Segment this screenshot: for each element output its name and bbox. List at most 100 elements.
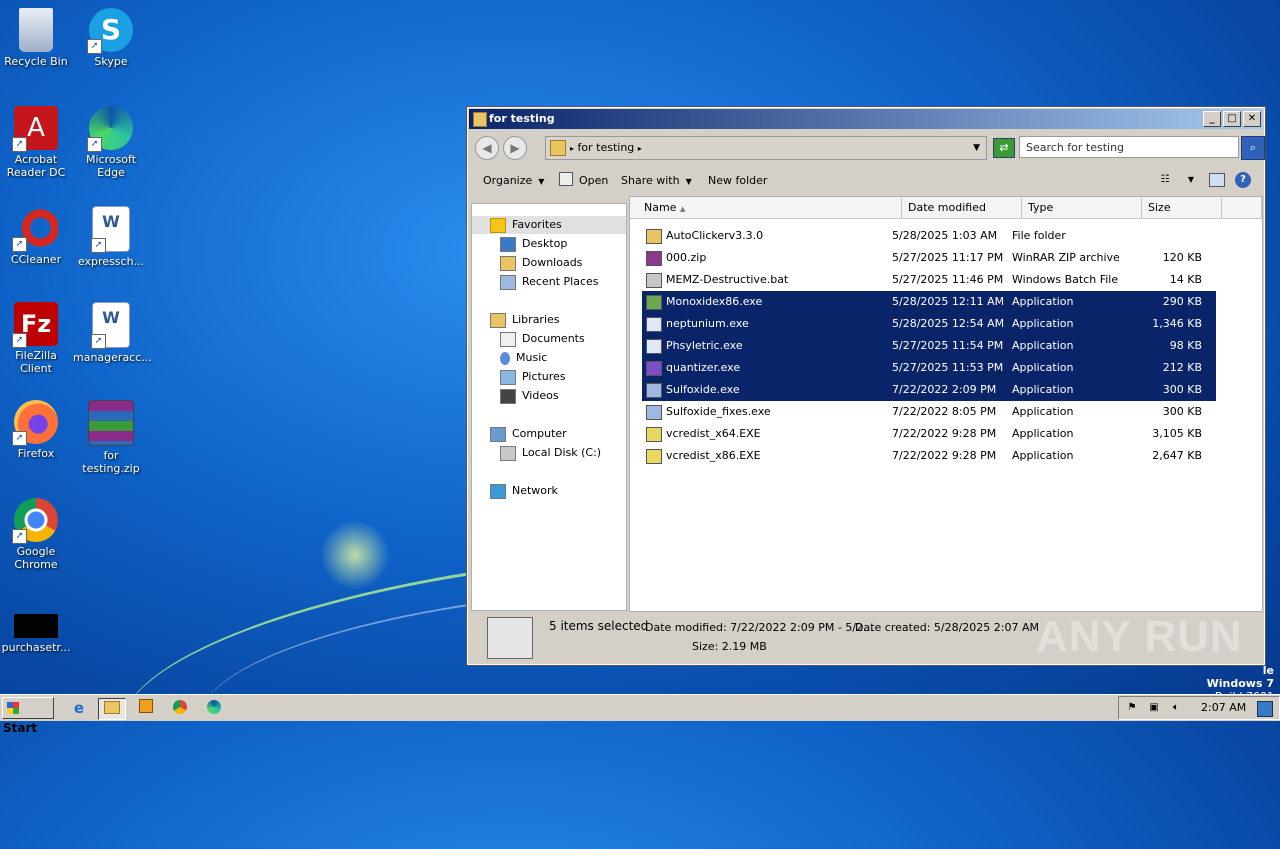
nav-desktop[interactable]: Desktop	[500, 235, 567, 253]
preview-pane-icon[interactable]	[1209, 173, 1225, 187]
column-header-extra[interactable]	[1222, 197, 1262, 219]
search-input[interactable]: Search for testing	[1019, 136, 1239, 158]
desktop-icon-for-testing-zip[interactable]: for testing.zip	[73, 400, 149, 475]
file-icon	[646, 360, 662, 376]
file-row[interactable]: Monoxidex86.exe 5/28/2025 12:11 AM Applica…	[642, 291, 1216, 313]
ccleaner-icon: ➚	[12, 206, 58, 252]
column-header-date[interactable]: Date modified	[902, 197, 1022, 219]
close-button[interactable]: ✕	[1243, 111, 1261, 127]
back-button[interactable]: ◀	[475, 136, 499, 160]
nav-local-disk[interactable]: Local Disk (C:)	[500, 444, 601, 462]
desktop-icon-label: Skype	[94, 55, 128, 68]
refresh-icon[interactable]: ⇄	[993, 138, 1015, 158]
pictures-icon	[500, 369, 516, 385]
explorer-taskbar-icon[interactable]	[98, 698, 126, 720]
help-icon[interactable]: ?	[1235, 172, 1251, 188]
file-size: 98 KB	[1169, 339, 1202, 352]
address-row: ◀ ▶ ▸ for testing ▸ ▼ ⇄ Search for testi…	[471, 133, 1265, 163]
file-date: 7/22/2022 2:09 PM	[892, 383, 997, 396]
volume-icon[interactable]: 🔈︎	[1169, 701, 1183, 715]
view-options-icon[interactable]: ☷	[1157, 172, 1173, 188]
address-dropdown-icon[interactable]: ▼	[973, 137, 980, 159]
minimize-button[interactable]: _	[1203, 111, 1221, 127]
breadcrumb[interactable]: for testing	[578, 141, 635, 154]
start-button[interactable]: Start	[2, 697, 54, 735]
file-row[interactable]: Sulfoxide.exe 7/22/2022 2:09 PM Applicatio…	[642, 379, 1216, 401]
ie-taskbar-icon[interactable]: e	[66, 698, 92, 718]
nav-videos[interactable]: Videos	[500, 387, 559, 405]
file-list[interactable]: Name ▲ Date modified Type Size AutoClick…	[629, 196, 1263, 612]
column-header-size[interactable]: Size	[1142, 197, 1222, 219]
winrar-icon	[88, 400, 134, 446]
shortcut-arrow-icon: ➚	[12, 137, 27, 152]
file-size: 2,647 KB	[1152, 449, 1202, 462]
music-icon	[500, 351, 510, 365]
file-row[interactable]: AutoClickerv3.3.0 5/28/2025 1:03 AM File f…	[642, 225, 1216, 247]
nav-music[interactable]: Music	[500, 349, 547, 367]
file-row[interactable]: quantizer.exe 5/27/2025 11:53 PM Applicati…	[642, 357, 1216, 379]
chevron-down-icon[interactable]: ▼	[1183, 172, 1199, 188]
desktop-icon-acrobat[interactable]: A ➚ Acrobat Reader DC	[0, 106, 74, 179]
explorer-window[interactable]: for testing _ □ ✕ ◀ ▶ ▸ for testing ▸ ▼ …	[466, 106, 1266, 666]
nav-libraries[interactable]: Libraries	[490, 311, 560, 329]
nav-recent-places[interactable]: Recent Places	[500, 273, 599, 291]
desktop-icon-chrome[interactable]: ➚ Google Chrome	[0, 498, 74, 571]
nav-documents[interactable]: Documents	[500, 330, 585, 348]
forward-button[interactable]: ▶	[503, 136, 527, 160]
navigation-pane: Favorites Desktop Downloads Recent Place…	[471, 203, 627, 611]
nav-favorites[interactable]: Favorites	[472, 216, 626, 234]
column-header-type[interactable]: Type	[1022, 197, 1142, 219]
media-player-taskbar-icon[interactable]	[133, 698, 159, 718]
desktop-icon-recycle-bin[interactable]: Recycle Bin	[0, 8, 74, 68]
network-tray-icon[interactable]: ▣	[1147, 701, 1161, 715]
show-desktop-icon[interactable]	[1257, 701, 1273, 717]
edge-taskbar-icon[interactable]	[201, 698, 227, 718]
file-size: 212 KB	[1162, 361, 1202, 374]
file-name: MEMZ-Destructive.bat	[666, 273, 789, 286]
desktop-icon-skype[interactable]: S ➚ Skype	[73, 8, 149, 68]
breadcrumb-arrow-icon[interactable]: ▸	[638, 144, 642, 153]
nav-computer[interactable]: Computer	[490, 425, 567, 443]
nav-downloads[interactable]: Downloads	[500, 254, 582, 272]
file-row[interactable]: vcredist_x86.EXE 7/22/2022 9:28 PM Applica…	[642, 445, 1216, 467]
search-icon[interactable]: ⌕	[1241, 136, 1265, 160]
share-with-button[interactable]: Share with ▼	[621, 167, 692, 196]
acrobat-icon: A ➚	[12, 106, 58, 152]
desktop-icon-expressch[interactable]: W ➚ expressch...	[73, 206, 149, 268]
maximize-button[interactable]: □	[1223, 111, 1241, 127]
file-row[interactable]: Sulfoxide_fixes.exe 7/22/2022 8:05 PM Appl…	[642, 401, 1216, 423]
open-button[interactable]: Open	[559, 167, 608, 195]
filezilla-icon: Fz ➚	[12, 302, 58, 348]
chrome-taskbar-icon[interactable]	[167, 698, 193, 718]
desktop-icon-filezilla[interactable]: Fz ➚ FileZilla Client	[0, 302, 74, 375]
windows-logo-icon	[7, 702, 19, 714]
window-title: for testing	[489, 112, 555, 125]
organize-button[interactable]: Organize ▼	[483, 167, 544, 196]
file-row[interactable]: neptunium.exe 5/28/2025 12:54 AM Applicati…	[642, 313, 1216, 335]
file-row[interactable]: 000.zip 5/27/2025 11:17 PM WinRAR ZIP arch…	[642, 247, 1216, 269]
file-row[interactable]: vcredist_x64.EXE 7/22/2022 9:28 PM Applica…	[642, 423, 1216, 445]
file-date: 5/27/2025 11:54 PM	[892, 339, 1004, 352]
file-row[interactable]: Phsyletric.exe 5/27/2025 11:54 PM Applicat…	[642, 335, 1216, 357]
title-bar[interactable]: for testing _ □ ✕	[469, 109, 1263, 129]
action-center-flag-icon[interactable]: ⚑	[1125, 701, 1139, 715]
desktop-icon-edge[interactable]: ➚ Microsoft Edge	[73, 106, 149, 179]
breadcrumb-separator-icon: ▸	[570, 144, 575, 153]
file-date: 5/28/2025 12:11 AM	[892, 295, 1005, 308]
desktop-icon-label: purchasetr...	[1, 641, 71, 654]
recent-places-icon	[500, 274, 516, 290]
clock[interactable]: 2:07 AM	[1201, 697, 1246, 719]
new-folder-button[interactable]: New folder	[708, 167, 767, 195]
desktop-icon-ccleaner[interactable]: ➚ CCleaner	[0, 206, 74, 266]
column-header-name[interactable]: Name ▲	[630, 197, 902, 219]
edge-icon: ➚	[87, 106, 133, 152]
address-bar[interactable]: ▸ for testing ▸ ▼	[545, 136, 987, 160]
desktop-icon-purchasetr[interactable]: purchasetr...	[0, 614, 74, 654]
file-icon	[646, 228, 662, 244]
desktop-icon-firefox[interactable]: ➚ Firefox	[0, 400, 74, 460]
desktop-icon-manageracc[interactable]: W ➚ manageracc...	[73, 302, 152, 364]
nav-network[interactable]: Network	[490, 482, 558, 500]
multiple-files-icon	[487, 617, 533, 659]
nav-pictures[interactable]: Pictures	[500, 368, 566, 386]
file-row[interactable]: MEMZ-Destructive.bat 5/27/2025 11:46 PM Wi…	[642, 269, 1216, 291]
